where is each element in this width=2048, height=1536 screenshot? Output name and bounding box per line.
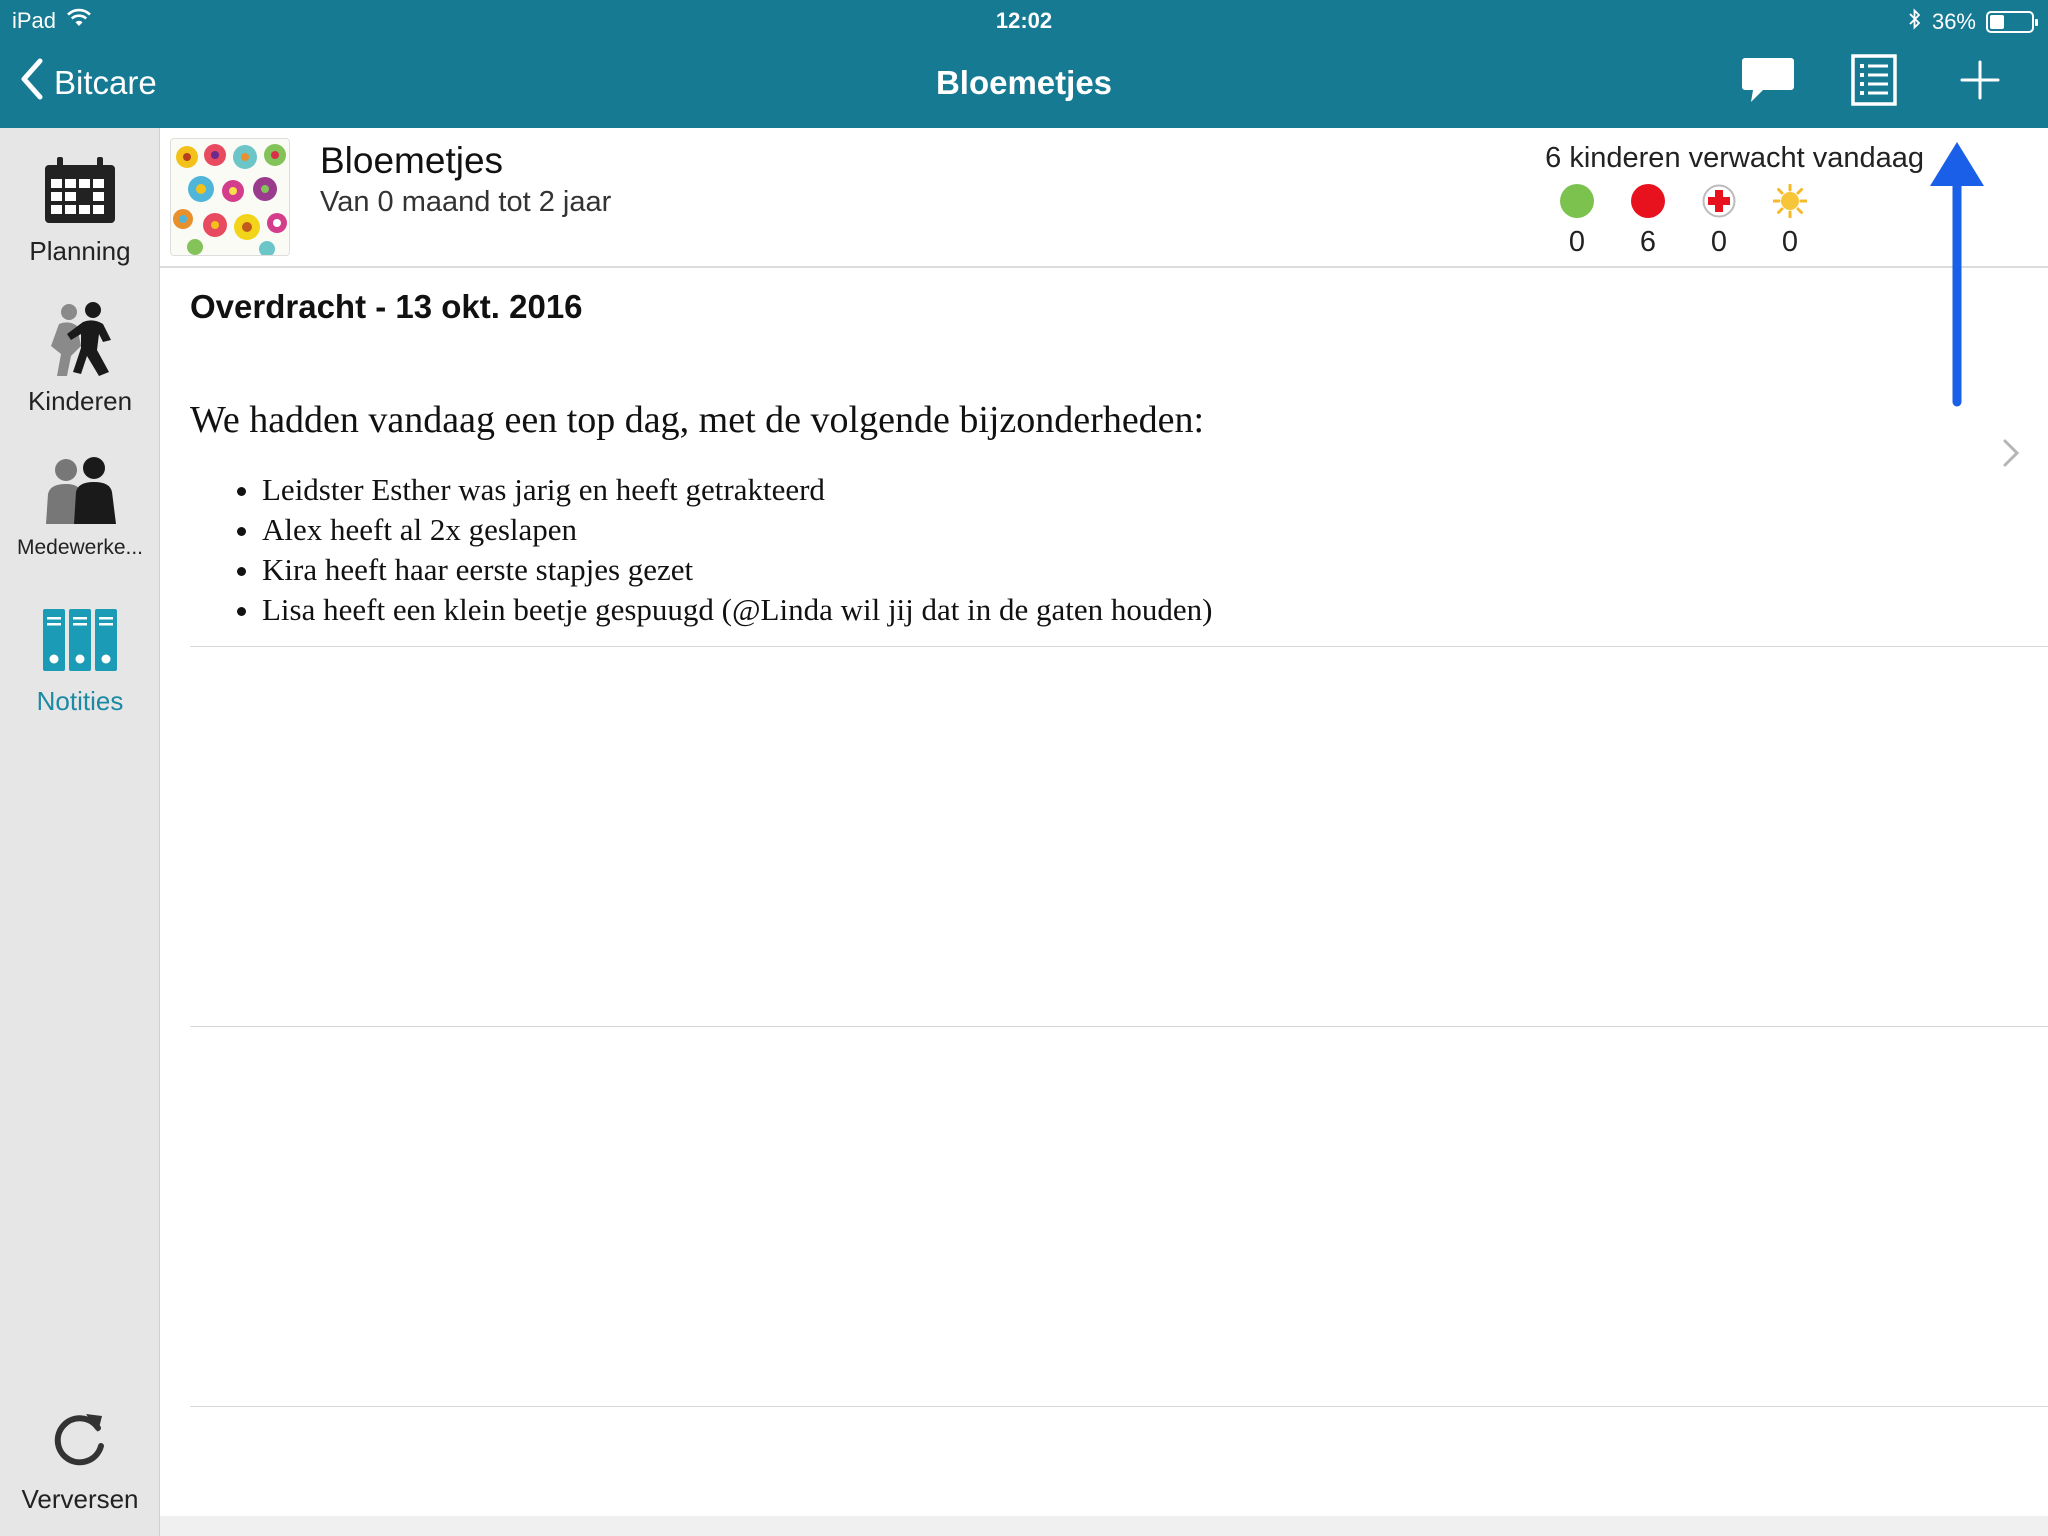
top-bar: iPad 12:02 36% Bitcare Bloemetjes xyxy=(0,0,2048,128)
binders-icon xyxy=(40,600,120,680)
children-icon xyxy=(40,300,120,380)
list-item: Leidster Esther was jarig en heeft getra… xyxy=(262,470,1890,510)
stat-value: 6 xyxy=(1639,226,1657,258)
sick-icon xyxy=(1702,184,1736,218)
note-intro: We hadden vandaag een top dag, met de vo… xyxy=(190,399,1205,441)
note-items: Leidster Esther was jarig en heeft getra… xyxy=(262,470,1890,630)
bluetooth-icon xyxy=(1908,8,1922,36)
list-item: Lisa heeft een klein beetje gespuugd (@L… xyxy=(262,590,1890,630)
absent-icon xyxy=(1631,184,1665,218)
battery-percent: 36% xyxy=(1931,9,1976,34)
bottom-bar xyxy=(160,1516,2048,1536)
expected-children: 6 kinderen verwacht vandaag xyxy=(1545,142,1924,174)
refresh-label: Verversen xyxy=(21,1484,139,1514)
sidebar-item-label: Planning xyxy=(29,236,131,266)
refresh-button[interactable]: Verversen xyxy=(0,1398,160,1515)
stat-sick[interactable]: 0 xyxy=(1702,184,1736,259)
divider xyxy=(190,646,2048,647)
divider xyxy=(190,1406,2048,1407)
status-bar: iPad 12:02 36% xyxy=(0,0,2048,40)
sidebar-item-notities[interactable]: Notities xyxy=(0,600,160,717)
chevron-left-icon xyxy=(20,58,44,108)
stat-value: 0 xyxy=(1710,226,1728,258)
note-card[interactable]: We hadden vandaag een top dag, met de vo… xyxy=(190,398,1890,630)
status-time: 12:02 xyxy=(995,8,1053,33)
back-label: Bitcare xyxy=(54,64,157,101)
sidebar-item-label: Medewerke... xyxy=(16,536,144,559)
nav-bar: Bitcare Bloemetjes xyxy=(0,40,2048,128)
list-item: Kira heeft haar eerste stapjes gezet xyxy=(262,550,1890,590)
chat-button[interactable] xyxy=(1740,54,1796,110)
plus-icon xyxy=(1960,60,2000,105)
attendance-stats: 0 6 0 0 xyxy=(1560,183,1808,259)
divider xyxy=(190,1026,2048,1027)
note-title: Overdracht - 13 okt. 2016 xyxy=(190,288,583,325)
stat-absent[interactable]: 6 xyxy=(1631,184,1665,259)
staff-icon xyxy=(40,450,120,530)
list-button[interactable] xyxy=(1846,53,1902,111)
back-button[interactable]: Bitcare xyxy=(20,58,157,108)
list-item: Alex heeft al 2x geslapen xyxy=(262,510,1890,550)
chevron-right-icon[interactable] xyxy=(2002,438,2020,473)
stat-present[interactable]: 0 xyxy=(1560,184,1594,259)
battery-icon xyxy=(1986,11,2038,33)
stat-value: 0 xyxy=(1781,226,1799,258)
group-header: Bloemetjes Van 0 maand tot 2 jaar 6 kind… xyxy=(160,128,2048,268)
flowers-image xyxy=(171,139,289,255)
stat-vacation[interactable]: 0 xyxy=(1772,183,1808,259)
group-name: Bloemetjes xyxy=(320,140,504,181)
add-button[interactable] xyxy=(1952,54,2008,110)
sidebar-item-medewerkers[interactable]: Medewerke... xyxy=(0,450,160,560)
sidebar: Planning Kinderen Medewerke... Notities … xyxy=(0,128,160,1536)
notes-list: Overdracht - 13 okt. 2016 We hadden vand… xyxy=(160,270,2048,1536)
present-icon xyxy=(1560,184,1594,218)
sidebar-item-label: Notities xyxy=(36,686,124,716)
group-thumbnail[interactable] xyxy=(170,138,290,256)
sidebar-item-label: Kinderen xyxy=(27,386,133,416)
sidebar-item-planning[interactable]: Planning xyxy=(0,150,160,267)
calendar-icon xyxy=(40,150,120,230)
refresh-icon xyxy=(40,1398,120,1478)
stat-value: 0 xyxy=(1568,226,1586,258)
sidebar-item-kinderen[interactable]: Kinderen xyxy=(0,300,160,417)
list-icon xyxy=(1851,53,1897,111)
group-age-range: Van 0 maand tot 2 jaar xyxy=(320,186,612,218)
vacation-icon xyxy=(1772,183,1808,219)
chat-icon xyxy=(1741,56,1795,109)
